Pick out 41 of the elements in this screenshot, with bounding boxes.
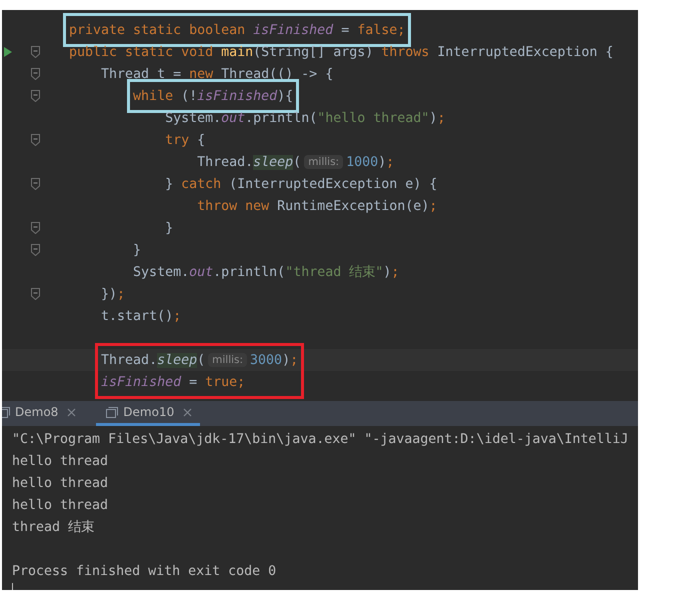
console-line: hello thread: [12, 453, 108, 471]
code-text: isFinished = true;: [101, 374, 246, 390]
fold-icon[interactable]: [30, 68, 40, 80]
code-text: 3000);: [250, 352, 298, 368]
code-text: Thread.sleep(: [197, 154, 302, 170]
code-text: public static void main(String[] args) throws InterruptedException {: [69, 44, 614, 60]
code-text: throw new RuntimeException(e);: [197, 198, 438, 214]
code-text: 1000);: [346, 154, 394, 170]
inlay-hint: millis:: [304, 155, 344, 169]
code-text: System.out.println("thread 结束");: [133, 264, 400, 281]
run-tab[interactable]: Demo8: [2, 401, 84, 426]
fold-icon[interactable]: [30, 288, 40, 300]
console-line: "C:\Program Files\Java\jdk-17\bin\java.exe" "-javaagent:D:\idel-java\IntelliJ: [12, 431, 628, 449]
code-text: while (!isFinished){: [133, 88, 294, 104]
code-text: try {: [165, 132, 206, 148]
fold-icon[interactable]: [30, 90, 40, 102]
code-text: });: [101, 286, 126, 302]
close-icon[interactable]: [183, 408, 192, 416]
code-text: } catch (InterruptedException e) {: [165, 176, 438, 192]
code-text: System.out.println("hello thread");: [165, 110, 446, 126]
code-text: Thread.sleep(: [101, 352, 206, 368]
console-line: hello thread: [12, 475, 108, 493]
inlay-hint: millis:: [208, 353, 248, 367]
fold-icon[interactable]: [30, 222, 40, 234]
run-tab[interactable]: Demo10: [96, 401, 200, 426]
close-icon[interactable]: [67, 408, 76, 416]
fold-icon[interactable]: [30, 178, 40, 190]
console-line: hello thread: [12, 497, 108, 515]
code-text: }: [165, 220, 174, 236]
console-line: Process finished with exit code 0: [12, 563, 276, 581]
run-icon[interactable]: [4, 47, 12, 57]
code-text: }: [133, 242, 142, 258]
fold-icon[interactable]: [30, 46, 40, 58]
fold-icon[interactable]: [30, 244, 40, 256]
console-icon: [106, 406, 118, 418]
code-text: Thread t = new Thread(() -> {: [101, 66, 334, 82]
console-line: thread 结束: [12, 519, 94, 537]
code-text: t.start();: [101, 308, 182, 324]
code-text: private static boolean isFinished = false;: [69, 22, 406, 38]
fold-icon[interactable]: [30, 134, 40, 146]
text-cursor: [12, 583, 13, 590]
